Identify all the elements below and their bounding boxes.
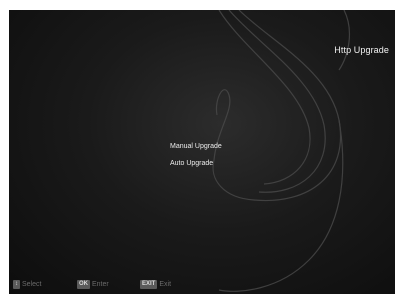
hint-select-label: Select <box>22 280 42 288</box>
exit-key-badge: EXIT <box>140 279 158 289</box>
hint-exit: EXIT Exit <box>140 278 171 290</box>
menu-item-manual-upgrade[interactable]: Manual Upgrade <box>170 143 222 150</box>
ok-key-badge: OK <box>77 279 90 289</box>
hint-enter: OK Enter <box>77 278 109 290</box>
page-title: Http Upgrade <box>334 45 389 55</box>
menu-item-auto-upgrade[interactable]: Auto Upgrade <box>170 160 213 167</box>
upgrade-screen: Http Upgrade Manual Upgrade Auto Upgrade… <box>9 10 395 294</box>
hint-select: ↕ Select <box>13 278 41 290</box>
updown-arrow-icon: ↕ <box>13 279 20 289</box>
footer-hints: ↕ Select OK Enter EXIT Exit <box>9 278 395 290</box>
hint-enter-label: Enter <box>92 280 109 288</box>
hint-exit-label: Exit <box>159 280 172 288</box>
